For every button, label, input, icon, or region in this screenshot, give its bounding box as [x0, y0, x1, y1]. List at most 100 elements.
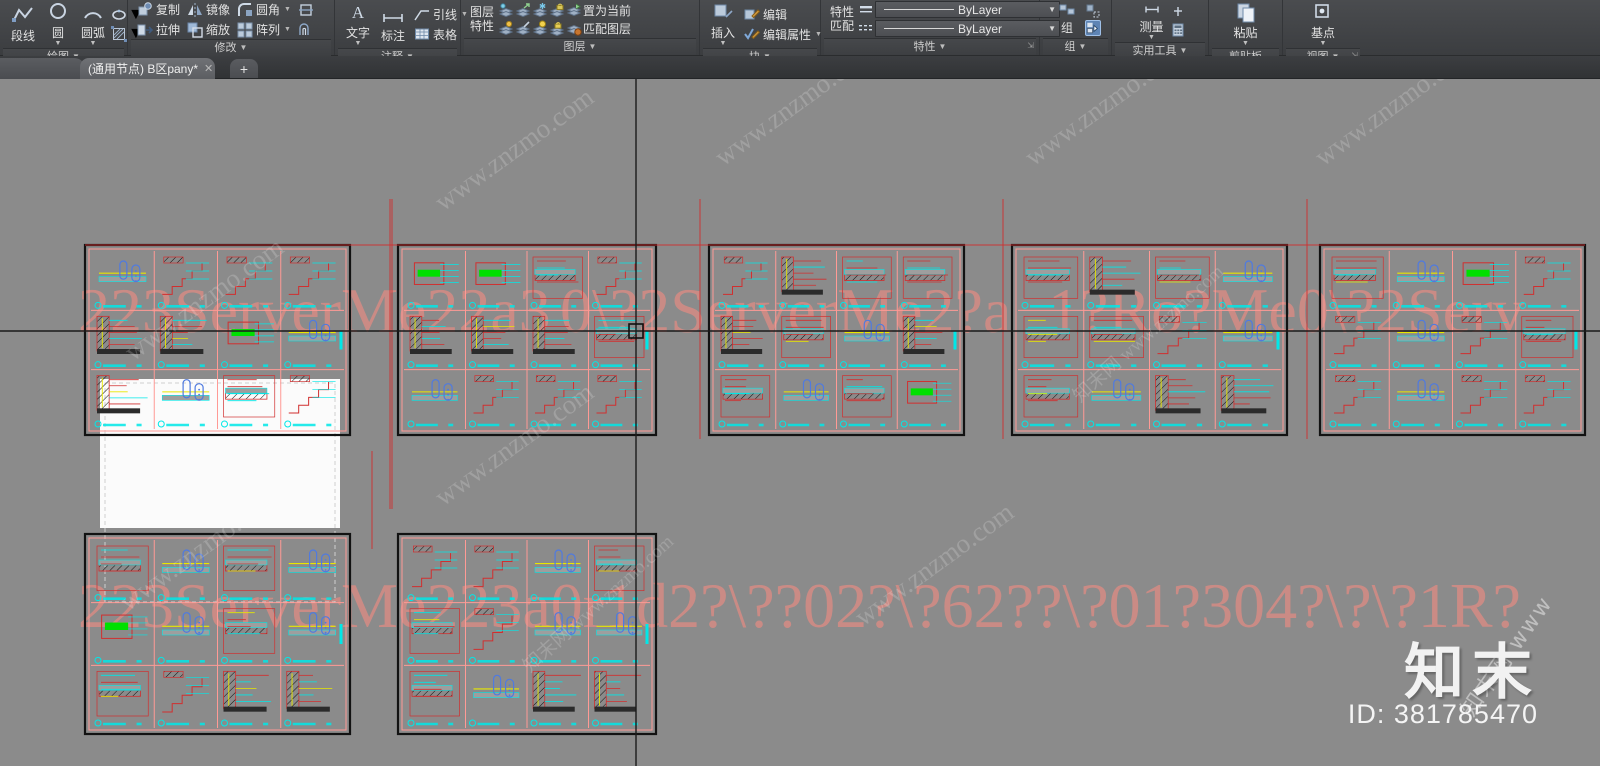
- utilities-small-buttons: [1170, 5, 1186, 38]
- quick-select-icon[interactable]: [1170, 5, 1186, 21]
- drawing-canvas[interactable]: 223ServerMe22a3 0\?2ServerMe2?a 1?Ro?Me0…: [0, 79, 1600, 766]
- chevron-down-icon[interactable]: ▼: [284, 26, 291, 33]
- linetype-combo[interactable]: ByLayer ▼: [875, 20, 1061, 37]
- arc-button[interactable]: 圆弧 ▼: [76, 0, 110, 48]
- cad-sheet-4: [1010, 243, 1289, 437]
- stretch-button[interactable]: 拉伸: [134, 20, 183, 39]
- circle-icon: [47, 1, 69, 23]
- panel-body-groups: 组: [1043, 0, 1108, 38]
- fillet-button[interactable]: 圆角 ▼: [234, 0, 294, 19]
- calculator-icon[interactable]: [1170, 22, 1186, 38]
- ribbon-toolbar: 段线 圆 ▼ 圆弧 ▼ ▼ ▼ 复制 镜像 圆角 ▼ 拉伸 缩放 阵列 ▼ 修改…: [0, 0, 1600, 65]
- cad-sheet-2: [396, 243, 658, 437]
- ribbon-panel-clipboard: 粘贴 ▼ 剪贴板: [1209, 0, 1283, 65]
- asset-id-label: ID: 381785470: [1347, 699, 1538, 729]
- base-point-label: 基点: [1310, 26, 1335, 40]
- panel-title-layers[interactable]: 图层 ▼: [464, 38, 696, 55]
- chevron-down-icon: ▼: [1179, 46, 1188, 55]
- chevron-down-icon[interactable]: ▼: [284, 6, 291, 13]
- layer-unisolate-icon[interactable]: [515, 2, 531, 18]
- layer-unlock-icon[interactable]: [549, 20, 565, 36]
- properties-stack-top-label: 特性: [830, 5, 855, 19]
- group-edit-icon[interactable]: [1085, 19, 1101, 36]
- lineweight-icon: [858, 2, 874, 18]
- panel-title-groups[interactable]: 组 ▼: [1043, 38, 1108, 55]
- panel-body-block: 插入 ▼ 编辑 编辑属性 ▼: [703, 0, 822, 48]
- dialog-launcher-icon[interactable]: ⇲: [1027, 37, 1034, 54]
- cad-drawing-svg: [0, 79, 1600, 766]
- chevron-down-icon[interactable]: ▼: [55, 40, 62, 47]
- paste-button[interactable]: 粘贴 ▼: [1229, 0, 1263, 48]
- table-label: 表格: [433, 27, 458, 42]
- paste-label: 粘贴: [1233, 26, 1258, 40]
- mirror-label: 镜像: [206, 3, 231, 17]
- insert-block-label: 插入: [710, 26, 735, 40]
- text-icon: A: [347, 1, 369, 23]
- file-tab-active[interactable]: (通用节点) B区pany* ✕: [80, 58, 215, 79]
- stretch-icon: [137, 22, 153, 38]
- edit-attribute-button[interactable]: 编辑属性 ▼: [741, 25, 825, 44]
- layer-stack-bottom-label: 特性: [470, 19, 495, 33]
- block-small-buttons: 编辑 编辑属性 ▼: [741, 5, 825, 44]
- group-small-buttons: [1085, 3, 1101, 36]
- chevron-down-icon[interactable]: ▼: [1242, 40, 1249, 47]
- polyline-label: 段线: [10, 29, 35, 43]
- measure-button[interactable]: 测量 ▼: [1135, 0, 1169, 42]
- array-button[interactable]: 阵列 ▼: [234, 20, 294, 39]
- chevron-down-icon[interactable]: ▼: [1148, 34, 1155, 41]
- ungroup-icon[interactable]: [1085, 3, 1101, 19]
- scale-button[interactable]: 缩放: [184, 20, 233, 39]
- polyline-button[interactable]: 段线: [6, 3, 40, 45]
- array-label: 阵列: [256, 23, 281, 37]
- ribbon-panel-annotation: A 文字 ▼ 标注 引线 ▼ 表格 注释▼: [335, 0, 468, 65]
- chevron-down-icon: ▼: [588, 42, 597, 51]
- trim-icon: [298, 2, 314, 18]
- base-point-button[interactable]: 基点 ▼: [1306, 0, 1340, 48]
- ellipse-icon[interactable]: [111, 7, 127, 23]
- layer-thaw-icon[interactable]: [532, 20, 548, 36]
- panel-title-modify-label: 修改: [214, 42, 237, 54]
- ribbon-panel-draw: 段线 圆 ▼ 圆弧 ▼ ▼ ▼: [0, 0, 144, 65]
- layer-on-icon[interactable]: [498, 20, 514, 36]
- panel-title-modify[interactable]: 修改 ▼: [131, 39, 331, 56]
- group-label: 组: [1060, 21, 1073, 35]
- trim-button[interactable]: [295, 0, 317, 19]
- edit-block-button[interactable]: 编辑: [741, 5, 825, 24]
- chevron-down-icon[interactable]: ▼: [90, 40, 97, 47]
- cad-sheet-6: [83, 532, 352, 736]
- properties-match-label-stack[interactable]: 特性 匹配: [827, 5, 857, 33]
- layer-properties-button[interactable]: 图层 特性: [467, 5, 497, 33]
- ribbon-panel-layers: 图层 特性 置为当前 匹配图层 图层 ▼: [461, 0, 700, 55]
- svg-text:A: A: [352, 3, 365, 22]
- layer-isolate-icon[interactable]: [498, 2, 514, 18]
- dimension-button[interactable]: 标注: [376, 3, 410, 45]
- mirror-button[interactable]: 镜像: [184, 0, 233, 19]
- layer-lock-icon[interactable]: [549, 2, 565, 18]
- chevron-down-icon[interactable]: ▼: [720, 40, 727, 47]
- text-button[interactable]: A 文字 ▼: [341, 0, 375, 48]
- fillet-icon: [237, 2, 253, 18]
- group-button[interactable]: 组: [1050, 1, 1084, 37]
- chevron-down-icon[interactable]: ▼: [1320, 40, 1327, 47]
- layer-freeze-icon[interactable]: [532, 2, 548, 18]
- brand-logo: 知末: [1404, 638, 1540, 708]
- copy-button[interactable]: 复制: [134, 0, 183, 19]
- lineweight-combo[interactable]: ByLayer ▼: [875, 1, 1061, 18]
- hatch-icon[interactable]: [111, 25, 127, 42]
- close-icon[interactable]: ✕: [204, 62, 213, 75]
- layer-match-icon[interactable]: [566, 20, 582, 36]
- chevron-down-icon: ▼: [938, 42, 947, 51]
- circle-label: 圆: [51, 26, 64, 40]
- layer-off-icon[interactable]: [515, 20, 531, 36]
- new-tab-button[interactable]: +: [230, 59, 258, 78]
- panel-title-properties-label: 特性: [913, 41, 936, 53]
- chevron-down-icon[interactable]: ▼: [355, 40, 362, 47]
- layer-set-current-icon[interactable]: [566, 2, 582, 18]
- insert-block-button[interactable]: 插入 ▼: [706, 0, 740, 48]
- panel-title-properties[interactable]: 特性 ▼ ⇲: [824, 38, 1036, 55]
- circle-button[interactable]: 圆 ▼: [41, 0, 75, 48]
- edit-attribute-label: 编辑属性: [763, 27, 812, 42]
- offset-button[interactable]: [295, 20, 317, 39]
- scale-label: 缩放: [206, 23, 231, 37]
- measure-icon: [1144, 1, 1160, 17]
